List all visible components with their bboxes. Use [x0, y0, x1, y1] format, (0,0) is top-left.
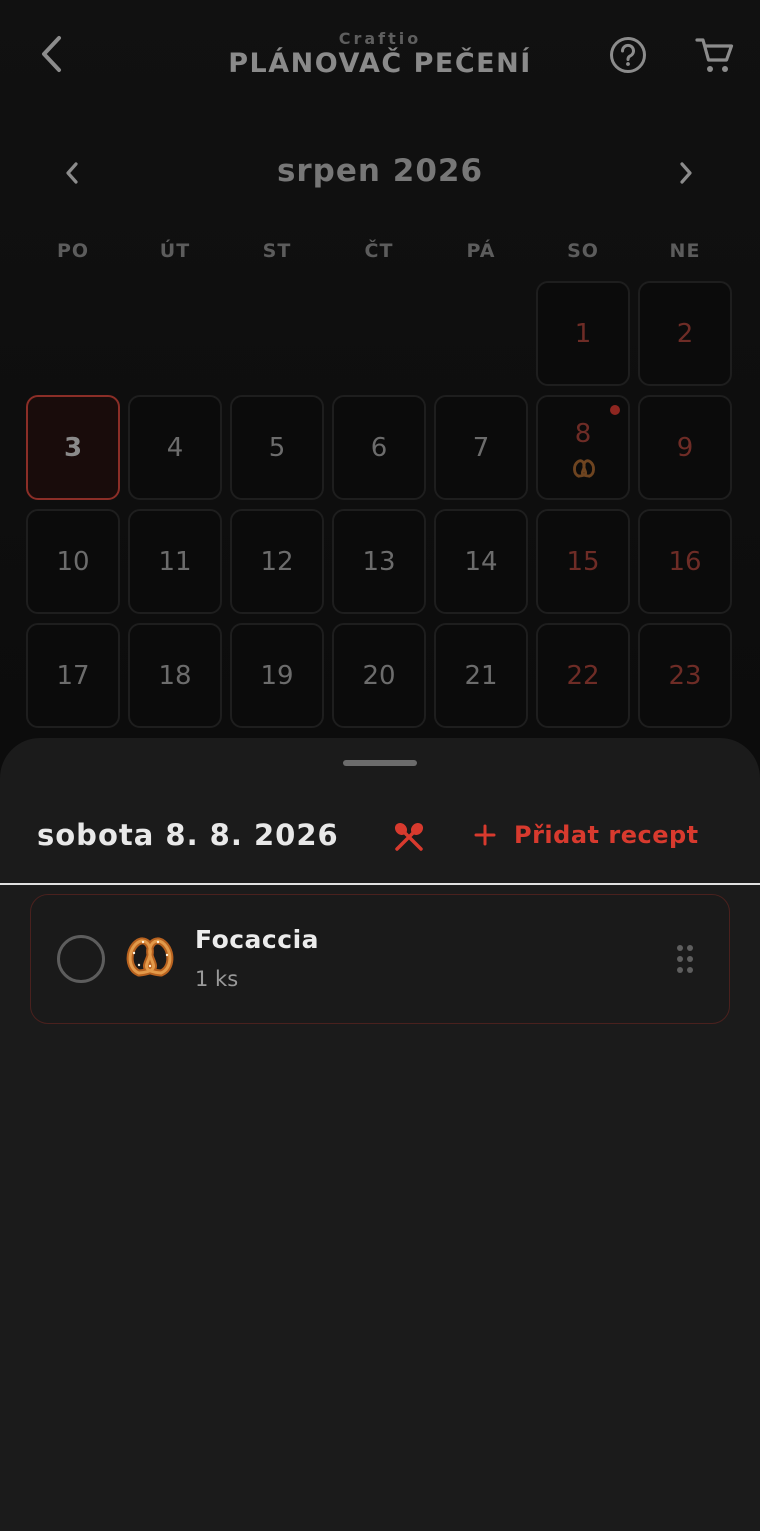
app-header: Craftio PLÁNOVAČ PEČENÍ — [0, 0, 760, 110]
calendar-day-4[interactable]: 4 — [128, 395, 222, 500]
calendar-day-17[interactable]: 17 — [26, 623, 120, 728]
day-number: 13 — [362, 546, 396, 577]
calendar-grid: 1 2 3 4 5 6 7 8 9 10 11 12 13 14 15 16 17 18 19 20 21 22 23 — [26, 281, 734, 761]
day-number: 19 — [260, 660, 294, 691]
screen: Craftio PLÁNOVAČ PEČENÍ srpen 2026 PO ÚT… — [0, 0, 760, 1531]
calendar-day-8[interactable]: 8 — [536, 395, 630, 500]
help-circle-icon — [610, 37, 646, 73]
add-recipe-button[interactable]: Přidat recept — [474, 810, 699, 860]
sheet-drag-handle[interactable] — [343, 760, 417, 766]
sheet-divider — [0, 883, 760, 885]
calendar-day-1[interactable]: 1 — [536, 281, 630, 386]
item-checkbox[interactable] — [57, 935, 105, 983]
month-navigation: srpen 2026 — [0, 145, 760, 201]
calendar-day-13[interactable]: 13 — [332, 509, 426, 614]
calendar-day-22[interactable]: 22 — [536, 623, 630, 728]
day-number: 23 — [668, 660, 702, 691]
clear-day-button[interactable] — [386, 814, 432, 860]
month-label: srpen 2026 — [276, 153, 484, 189]
day-number: 4 — [166, 432, 184, 463]
calendar-day-5[interactable]: 5 — [230, 395, 324, 500]
weekday-label: ST — [262, 240, 292, 262]
calendar-day-6[interactable]: 6 — [332, 395, 426, 500]
calendar-day-11[interactable]: 11 — [128, 509, 222, 614]
utensils-crossed-icon — [394, 822, 424, 851]
day-number: 2 — [676, 318, 694, 349]
planned-indicator-dot — [610, 405, 620, 415]
recipe-quantity: 1 ks — [195, 967, 239, 991]
day-number: 22 — [566, 660, 600, 691]
calendar-day-7[interactable]: 7 — [434, 395, 528, 500]
weekday-label: PO — [56, 240, 90, 262]
pretzel-icon — [573, 459, 595, 478]
calendar-day-15[interactable]: 15 — [536, 509, 630, 614]
day-number: 14 — [464, 546, 498, 577]
day-number: 3 — [63, 432, 83, 463]
drag-handle-icon[interactable] — [675, 943, 695, 975]
calendar-day-9[interactable]: 9 — [638, 395, 732, 500]
day-number: 17 — [56, 660, 90, 691]
calendar-day-20[interactable]: 20 — [332, 623, 426, 728]
calendar-day-10[interactable]: 10 — [26, 509, 120, 614]
weekday-label: SO — [567, 240, 599, 262]
day-number: 18 — [158, 660, 192, 691]
day-number: 15 — [566, 546, 600, 577]
plus-icon — [474, 824, 496, 846]
calendar-day-21[interactable]: 21 — [434, 623, 528, 728]
calendar-day-12[interactable]: 12 — [230, 509, 324, 614]
calendar-day-14[interactable]: 14 — [434, 509, 528, 614]
calendar-day-2[interactable]: 2 — [638, 281, 732, 386]
calendar-day-19[interactable]: 19 — [230, 623, 324, 728]
day-detail-sheet: sobota 8. 8. 2026 Přidat recept Focaccia… — [0, 738, 760, 1531]
day-number: 6 — [370, 432, 388, 463]
day-number: 8 — [574, 418, 592, 449]
day-number: 21 — [464, 660, 498, 691]
day-number: 1 — [574, 318, 592, 349]
day-number: 16 — [668, 546, 702, 577]
cart-button[interactable] — [692, 33, 738, 79]
day-number: 7 — [472, 432, 490, 463]
weekday-label: NE — [669, 240, 701, 262]
day-number: 11 — [158, 546, 192, 577]
weekday-label: ÚT — [159, 240, 191, 262]
help-button[interactable] — [606, 33, 650, 77]
next-month-button[interactable] — [664, 151, 708, 195]
shopping-cart-icon — [695, 38, 734, 72]
day-number: 20 — [362, 660, 396, 691]
calendar-day-18[interactable]: 18 — [128, 623, 222, 728]
calendar-day-23[interactable]: 23 — [638, 623, 732, 728]
calendar-day-3[interactable]: 3 — [26, 395, 120, 500]
weekday-label: ČT — [364, 240, 394, 262]
add-recipe-label: Přidat recept — [514, 821, 699, 849]
day-number: 12 — [260, 546, 294, 577]
day-number: 5 — [268, 432, 286, 463]
day-number: 9 — [676, 432, 694, 463]
list-item[interactable]: Focaccia 1 ks — [30, 894, 730, 1024]
recipe-name: Focaccia — [195, 925, 320, 954]
day-number: 10 — [56, 546, 90, 577]
chevron-right-icon — [680, 162, 692, 184]
pretzel-icon — [126, 937, 174, 977]
weekday-label: PÁ — [466, 240, 496, 262]
weekday-header: PO ÚT ST ČT PÁ SO NE — [26, 240, 734, 270]
selected-date-title: sobota 8. 8. 2026 — [37, 818, 339, 852]
calendar-day-16[interactable]: 16 — [638, 509, 732, 614]
